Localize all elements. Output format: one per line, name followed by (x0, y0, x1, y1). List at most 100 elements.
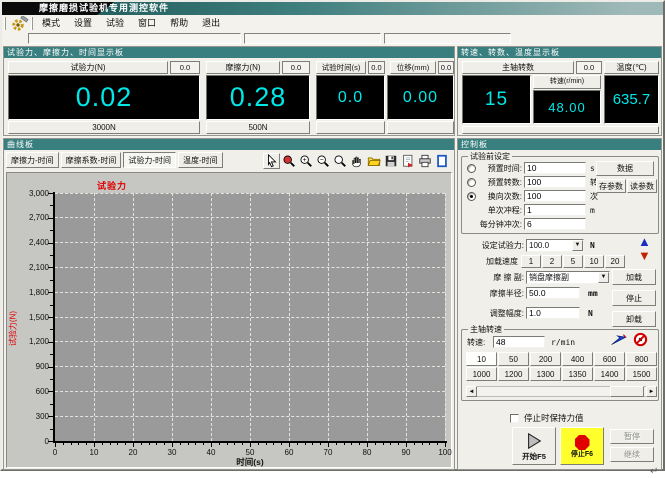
set-force-combobox[interactable]: 100.0 ▼ (526, 239, 584, 252)
load-speed-button-10[interactable]: 10 (584, 255, 604, 268)
friction-pair-combobox[interactable]: 销盘摩擦副 ▼ (526, 271, 610, 284)
zoom-in-icon[interactable]: + (297, 153, 314, 169)
chart-x-axis-label: 时间(s) (220, 456, 280, 468)
spindle-preset-50[interactable]: 50 (498, 352, 529, 366)
title-bar[interactable]: 摩擦磨损试验机专用测控软件 (2, 2, 663, 15)
zoom-region-icon[interactable] (280, 153, 297, 169)
x-axis-tick (55, 443, 56, 447)
spindle-speed-label: 转速(r/min) (533, 75, 601, 89)
spindle-preset-10[interactable]: 10 (466, 352, 497, 366)
load-button[interactable]: 加载 (612, 269, 656, 285)
start-button[interactable]: 开始F5 (512, 427, 556, 465)
pretest-row-input-5[interactable] (524, 218, 586, 230)
chevron-down-icon[interactable]: ▼ (572, 240, 583, 251)
friction-force-value: 0.28 (206, 75, 310, 120)
load-speed-button-1[interactable]: 1 (521, 255, 541, 268)
new-window-icon[interactable] (433, 153, 450, 169)
pretest-row-input-1[interactable] (524, 162, 586, 174)
zoom-out-icon[interactable]: − (314, 153, 331, 169)
x-axis-minor-tick (195, 443, 196, 445)
x-axis-minor-tick (297, 443, 298, 445)
print-icon[interactable] (416, 153, 433, 169)
pretest-row-input-2[interactable] (524, 176, 586, 188)
pretest-row-input-4[interactable] (524, 204, 586, 216)
temperature-value: 635.7 (604, 75, 659, 124)
save-icon[interactable] (382, 153, 399, 169)
spindle-preset-400[interactable]: 400 (562, 352, 593, 366)
grid-line-x (289, 193, 290, 441)
x-axis-tick (445, 443, 446, 447)
force-down-arrow-icon[interactable]: ▼ (638, 249, 651, 262)
menu-item-2[interactable]: 设置 (67, 16, 99, 31)
spindle-stop-icon[interactable] (633, 332, 648, 347)
chevron-down-icon[interactable]: ▼ (598, 272, 609, 283)
speed-panel-header: 转速、转数、温度显示板 (458, 47, 661, 58)
x-tick-label: 10 (82, 448, 106, 457)
spindle-preset-1200[interactable]: 1200 (498, 367, 529, 381)
curve-tab-1[interactable]: 摩擦力-时间 (6, 152, 59, 168)
spindle-speed-group: 主轴转速 转速: r/min 1050200400600800100012001… (461, 329, 659, 401)
menu-item-1[interactable]: 模式 (35, 16, 67, 31)
resume-button[interactable]: 继续 (610, 447, 654, 462)
friction-radius-input[interactable] (526, 287, 580, 299)
spindle-start-flag-icon[interactable] (610, 333, 628, 346)
chart-area[interactable]: 试验力 试验力(N) 时间(s) 03006009001,2001,5001,8… (6, 172, 452, 468)
start-triangle-icon (523, 432, 545, 452)
spindle-preset-200[interactable]: 200 (530, 352, 561, 366)
save-params-button[interactable]: 存参数 (596, 179, 626, 193)
test-time-value: 0.0 (316, 75, 385, 120)
spindle-preset-800[interactable]: 800 (626, 352, 657, 366)
curve-tab-2[interactable]: 摩擦系数-时间 (61, 152, 122, 168)
data-button[interactable]: 数据 (596, 161, 654, 176)
x-axis-minor-tick (71, 443, 72, 445)
unload-button[interactable]: 卸载 (612, 311, 656, 327)
load-speed-label: 加载速度 (458, 255, 518, 268)
read-params-button[interactable]: 读参数 (627, 179, 657, 193)
curve-tab-4[interactable]: 温度-时间 (178, 152, 223, 168)
open-folder-icon[interactable] (365, 153, 382, 169)
scroll-right-button[interactable]: ► (646, 386, 657, 397)
pan-hand-icon[interactable] (348, 153, 365, 169)
force-up-arrow-icon[interactable]: ▲ (638, 235, 651, 248)
spindle-preset-600[interactable]: 600 (594, 352, 625, 366)
pretest-row-input-3[interactable] (524, 190, 586, 202)
friction-radius-unit: mm (588, 287, 598, 300)
hold-force-checkbox[interactable] (510, 414, 519, 423)
spindle-preset-1400[interactable]: 1400 (594, 367, 625, 381)
load-speed-button-20[interactable]: 20 (605, 255, 625, 268)
cursor-icon[interactable] (263, 153, 280, 169)
test-force-range: 3000N (8, 121, 200, 134)
spindle-preset-1350[interactable]: 1350 (562, 367, 593, 381)
grid-line-x (406, 193, 407, 441)
spindle-speed-value: 48.00 (533, 90, 601, 124)
adjust-amplitude-input[interactable] (526, 307, 580, 319)
x-axis-minor-tick (281, 443, 282, 445)
grid-line-x (367, 193, 368, 441)
spindle-preset-1500[interactable]: 1500 (626, 367, 657, 381)
load-speed-button-2[interactable]: 2 (542, 255, 562, 268)
pause-button[interactable]: 暂停 (610, 429, 654, 444)
menu-item-6[interactable]: 退出 (195, 16, 227, 31)
spindle-preset-1300[interactable]: 1300 (530, 367, 561, 381)
emergency-stop-button[interactable]: 停止F6 (560, 427, 604, 465)
menu-item-5[interactable]: 帮助 (163, 16, 195, 31)
load-speed-button-5[interactable]: 5 (563, 255, 583, 268)
stop-load-button[interactable]: 停止 (612, 290, 656, 306)
menu-item-4[interactable]: 窗口 (131, 16, 163, 31)
x-tick-label: 90 (394, 448, 418, 457)
spindle-preset-1000[interactable]: 1000 (466, 367, 497, 381)
scroll-left-button[interactable]: ◄ (466, 386, 477, 397)
start-button-label: 开始F5 (522, 452, 546, 461)
x-axis-minor-tick (149, 443, 150, 445)
spindle-scrollbar[interactable]: ◄ ► (466, 386, 657, 397)
zoom-reset-icon[interactable] (331, 153, 348, 169)
spindle-speed-input[interactable] (493, 336, 545, 348)
curve-tab-3[interactable]: 试验力-时间 (123, 152, 176, 168)
menu: 模式设置试验窗口帮助退出 (35, 16, 227, 31)
scroll-thumb[interactable] (610, 386, 644, 397)
pretest-row-label-5: 每分钟冲次: (462, 218, 522, 231)
menu-item-3[interactable]: 试验 (99, 16, 131, 31)
menu-bar: 模式设置试验窗口帮助退出 (2, 16, 663, 32)
export-icon[interactable] (399, 153, 416, 169)
pretest-legend: 试验前设定 (468, 151, 512, 162)
